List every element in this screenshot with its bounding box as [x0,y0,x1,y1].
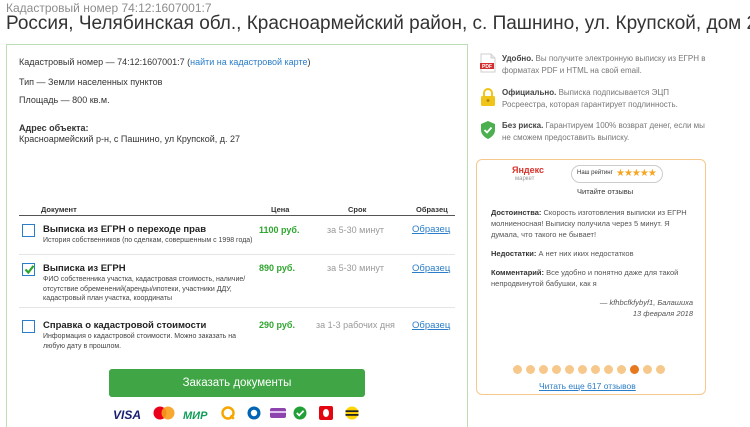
review-advantages: Достоинства: Скорость изготовления выпис… [491,208,687,239]
pagination-dot[interactable] [539,365,548,374]
sample-link[interactable]: Образец [412,263,450,274]
yandex-market-sub: маркет [515,176,535,182]
item-description: Информация о кадастровой стоимости. Можн… [43,333,236,350]
review-comment: Комментарий: Все удобно и понятно даже д… [491,268,679,288]
address-value: Красноармейский р-н, с Пашнино, ул Крупс… [19,134,241,144]
item-price: 890 руб. [259,263,295,273]
row-divider [19,307,455,308]
pagination-dot[interactable] [630,365,639,374]
column-header-sample: Образец [416,205,448,214]
item-title: Справка о кадастровой стоимости [43,320,207,331]
pagination-dot[interactable] [526,365,535,374]
yandex-market-logo: Яндекс [512,165,545,175]
pagination-dot[interactable] [617,365,626,374]
item-term: за 5-30 минут [327,225,384,235]
rating-label: Наш рейтинг [577,170,613,176]
item-title: Выписка из ЕГРН [43,263,126,274]
checkbox-transfer-rights[interactable] [22,224,35,237]
column-header-document: Документ [41,205,77,214]
shield-check-icon [479,120,497,140]
reviews-widget: Яндекс маркет Наш рейтинг ★★★★★ Читайте … [476,159,706,395]
pagination-dot[interactable] [643,365,652,374]
table-header-divider [19,215,455,216]
item-term: за 5-30 минут [327,263,384,273]
rating-badge[interactable]: Наш рейтинг ★★★★★ [571,165,663,183]
pagination-dot[interactable] [565,365,574,374]
column-header-price: Цена [271,205,290,214]
item-description: ФИО собственника участка, кадастровая ст… [43,276,246,302]
sample-link[interactable]: Образец [412,320,450,331]
pagination-dot[interactable] [604,365,613,374]
pagination-dot[interactable] [578,365,587,374]
beeline-icon [345,406,361,420]
cadastral-number-text: Кадастровый номер — 74:12:1607001:7 ( [19,57,191,67]
item-price: 1100 руб. [259,225,300,235]
item-description: История собственников (по сделкам, совер… [43,237,253,244]
read-reviews-label: Читайте отзывы [577,187,634,196]
pagination-dot[interactable] [656,365,665,374]
address-label: Адрес объекта: [19,123,89,133]
page-title: Россия, Челябинская обл., Красноармейски… [6,13,750,34]
mastercard-icon [151,406,177,420]
row-divider [19,254,455,255]
rating-stars-icon: ★★★★★ [616,168,657,179]
item-title: Выписка из ЕГРН о переходе прав [43,224,207,235]
column-header-term: Срок [348,205,367,214]
item-term: за 1-3 рабочих дня [316,320,395,330]
cadastral-map-link[interactable]: найти на кадастровой карте [190,57,307,67]
mts-icon [319,406,335,420]
review-disadvantages: Недостатки: А нет них иких недостатков [491,249,634,258]
land-type: Тип — Земли населенных пунктов [19,77,163,87]
cadastral-number-row: Кадастровый номер — 74:12:1607001:7 (най… [19,57,311,67]
review-date: 13 февраля 2018 [632,309,693,318]
more-reviews-link[interactable]: Читать еще 617 отзывов [539,381,636,391]
feature-text: Без риска. Гарантируем 100% возврат дене… [502,121,705,142]
order-panel: Кадастровый номер — 74:12:1607001:7 (най… [6,44,468,427]
sample-link[interactable]: Образец [412,224,450,235]
webmoney-icon [247,406,263,420]
item-price: 290 руб. [259,320,295,330]
sberbank-icon [293,406,309,420]
checkmark-icon [24,265,35,275]
mir-icon: МИР [183,410,208,422]
svg-text:PDF: PDF [482,64,492,70]
pagination-dot[interactable] [591,365,600,374]
lock-icon [479,87,497,107]
order-documents-button[interactable]: Заказать документы [109,369,365,397]
checkbox-cadastral-value[interactable] [22,320,35,333]
cadastral-number-close: ) [307,57,311,67]
checkbox-egrn-extract[interactable] [22,263,35,276]
pagination-dot[interactable] [552,365,561,374]
feature-text: Удобно. Вы получите электронную выписку … [502,54,706,75]
pdf-icon: PDF [479,53,497,73]
feature-text: Официально. Выписка подписывается ЭЦП Ро… [502,88,678,109]
visa-icon: VISA [113,408,142,422]
review-author: — kfhbcfkfybyf1, Балашиха [599,298,693,307]
pagination-dot[interactable] [513,365,522,374]
land-area: Площадь — 800 кв.м. [19,95,110,105]
qiwi-icon [221,406,237,420]
unknown-payment-icon [269,406,287,420]
